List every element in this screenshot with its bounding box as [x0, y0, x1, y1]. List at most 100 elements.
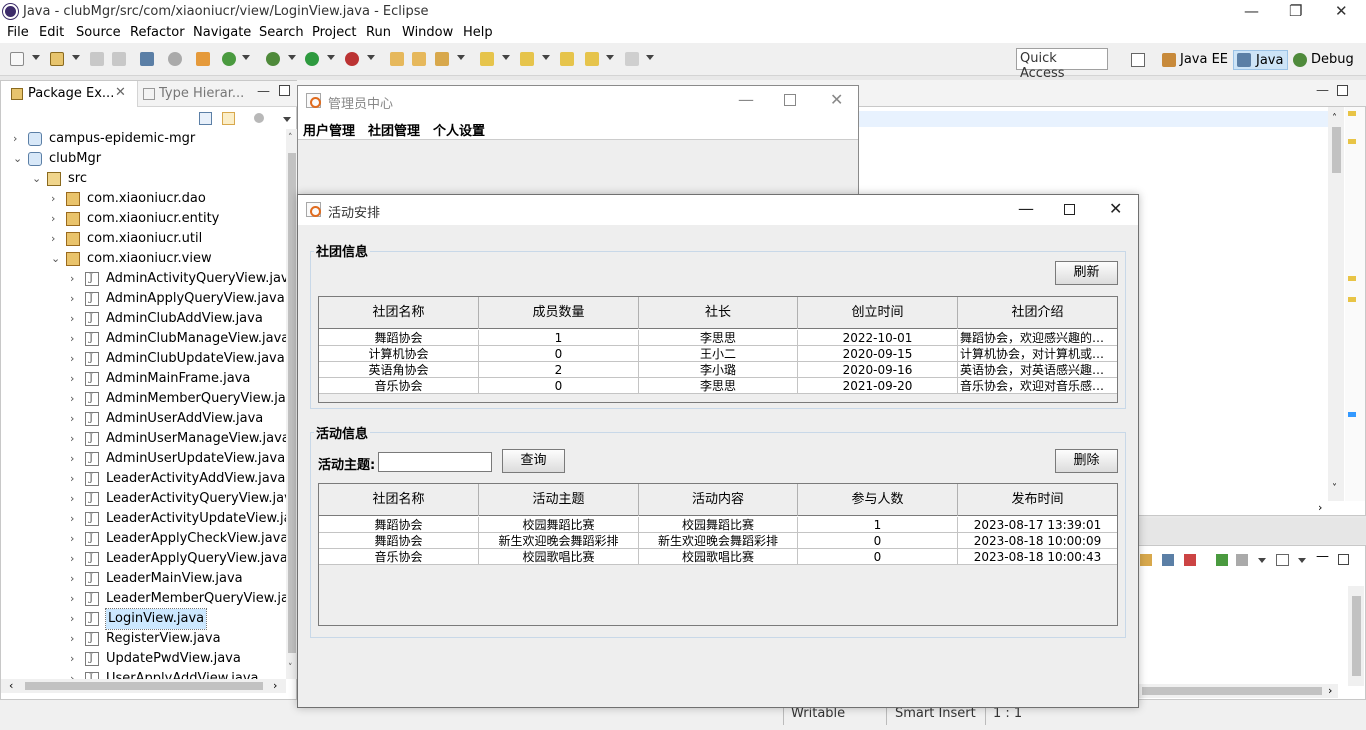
expand-arrow-icon[interactable]: ›: [70, 509, 74, 529]
warning-marker[interactable]: [1348, 276, 1356, 281]
column-header[interactable]: 成员数量: [479, 297, 639, 329]
clear-console-icon[interactable]: [1162, 554, 1174, 566]
chevron-down-icon[interactable]: [542, 55, 550, 60]
tree-item[interactable]: › AdminClubUpdateView.java: [1, 349, 286, 369]
tree-item[interactable]: › LeaderApplyQueryView.java: [1, 549, 286, 569]
minimize-icon[interactable]: —: [738, 90, 754, 109]
scroll-thumb[interactable]: [1332, 127, 1341, 173]
column-header[interactable]: 社团介绍: [958, 297, 1117, 329]
next-annotation-icon[interactable]: [480, 52, 494, 66]
run-external-icon[interactable]: [345, 52, 359, 66]
warning-marker[interactable]: [1348, 297, 1356, 302]
open-type-icon[interactable]: [196, 52, 210, 66]
expand-arrow-icon[interactable]: ›: [70, 549, 74, 569]
collapse-all-icon[interactable]: [199, 112, 212, 125]
perspective-java-ee[interactable]: Java EE: [1160, 50, 1230, 70]
table-row[interactable]: 舞蹈协会 1 李思思 2022-10-01 舞蹈协会，欢迎感兴趣的加...: [319, 330, 1117, 346]
scroll-up-icon[interactable]: ˄: [288, 133, 293, 143]
menu-personal-settings[interactable]: 个人设置: [433, 120, 485, 139]
tree-item[interactable]: ⌄ com.xiaoniucr.view: [1, 249, 286, 269]
prev-annotation-icon[interactable]: [520, 52, 534, 66]
expand-arrow-icon[interactable]: ›: [70, 369, 74, 389]
expand-arrow-icon[interactable]: ›: [70, 469, 74, 489]
expand-arrow-icon[interactable]: ›: [70, 489, 74, 509]
expand-arrow-icon[interactable]: ›: [70, 649, 74, 669]
h-scroll-thumb[interactable]: [1142, 687, 1322, 695]
warning-marker[interactable]: [1348, 139, 1356, 144]
collapse-arrow-icon[interactable]: ⌄: [32, 169, 41, 189]
tree-item[interactable]: › RegisterView.java: [1, 629, 286, 649]
console-vertical-scrollbar[interactable]: [1348, 586, 1364, 686]
tree-item[interactable]: › com.xiaoniucr.util: [1, 229, 286, 249]
expand-arrow-icon[interactable]: ›: [70, 429, 74, 449]
menu-refactor[interactable]: Refactor: [130, 25, 185, 40]
close-icon[interactable]: ✕: [1335, 2, 1348, 20]
expand-arrow-icon[interactable]: ›: [51, 189, 55, 209]
tree-item[interactable]: › LeaderMainView.java: [1, 569, 286, 589]
restore-icon[interactable]: ❐: [1289, 2, 1302, 20]
menu-project[interactable]: Project: [312, 25, 356, 40]
chevron-down-icon[interactable]: [242, 55, 250, 60]
tree-item[interactable]: › AdminUserAddView.java: [1, 409, 286, 429]
expand-arrow-icon[interactable]: ›: [51, 209, 55, 229]
selection-marker[interactable]: [1348, 412, 1356, 417]
view-menu-chevron-icon[interactable]: [283, 117, 291, 122]
open-folder-icon[interactable]: [412, 52, 426, 66]
tree-item[interactable]: › com.xiaoniucr.entity: [1, 209, 286, 229]
expand-arrow-icon[interactable]: ›: [70, 329, 74, 349]
chevron-down-icon[interactable]: [288, 55, 296, 60]
refresh-button[interactable]: 刷新: [1055, 261, 1118, 285]
save-all-icon[interactable]: [112, 52, 126, 66]
tree-item[interactable]: › com.xiaoniucr.dao: [1, 189, 286, 209]
delete-button[interactable]: 删除: [1055, 449, 1118, 473]
expand-arrow-icon[interactable]: ›: [70, 409, 74, 429]
link-editor-icon[interactable]: [222, 112, 235, 125]
new-console-icon[interactable]: [1276, 554, 1289, 566]
column-header[interactable]: 活动内容: [639, 484, 798, 516]
tree-item[interactable]: › AdminUserUpdateView.java: [1, 449, 286, 469]
column-header[interactable]: 创立时间: [798, 297, 958, 329]
menu-user-management[interactable]: 用户管理: [303, 120, 355, 139]
tree-item[interactable]: › AdminApplyQueryView.java: [1, 289, 286, 309]
forward-icon[interactable]: [625, 52, 639, 66]
overview-ruler[interactable]: [1345, 107, 1365, 501]
pen-icon[interactable]: [435, 52, 449, 66]
last-edit-icon[interactable]: [560, 52, 574, 66]
menu-navigate[interactable]: Navigate: [193, 25, 251, 40]
table-row[interactable]: 舞蹈协会 新生欢迎晚会舞蹈彩排 新生欢迎晚会舞蹈彩排 0 2023-08-18 10:0…: [319, 533, 1117, 549]
tree-item[interactable]: › LoginView.java: [1, 608, 286, 630]
tree-item[interactable]: › campus-epidemic-mgr: [1, 129, 286, 149]
tree-item[interactable]: › AdminUserManageView.java: [1, 429, 286, 449]
minimize-editor-icon[interactable]: —: [1316, 83, 1329, 98]
debug-icon[interactable]: [266, 52, 280, 66]
chevron-down-icon[interactable]: [606, 55, 614, 60]
table-row[interactable]: 英语角协会 2 李小璐 2020-09-16 英语协会，对英语感兴趣的...: [319, 362, 1117, 378]
column-header[interactable]: 社团名称: [319, 297, 479, 329]
tab-package-explorer[interactable]: Package Ex... ✕: [1, 81, 138, 107]
query-button[interactable]: 查询: [502, 449, 565, 473]
expand-arrow-icon[interactable]: ›: [13, 129, 17, 149]
scroll-down-icon[interactable]: ˅: [1332, 483, 1337, 494]
tree-item[interactable]: › UpdatePwdView.java: [1, 649, 286, 669]
tree-item[interactable]: › AdminMainFrame.java: [1, 369, 286, 389]
tree-item[interactable]: ⌄ src: [1, 169, 286, 189]
tree-item[interactable]: › AdminActivityQueryView.java: [1, 269, 286, 289]
scroll-thumb[interactable]: [1352, 596, 1361, 676]
table-row[interactable]: 音乐协会 校园歌唱比赛 校园歌唱比赛 0 2023-08-18 10:00:43: [319, 549, 1117, 565]
close-tab-icon[interactable]: ✕: [115, 85, 126, 100]
tree-item[interactable]: ⌄ clubMgr: [1, 149, 286, 169]
run-icon[interactable]: [305, 52, 319, 66]
column-header[interactable]: 活动主题: [479, 484, 639, 516]
expand-arrow-icon[interactable]: ›: [70, 629, 74, 649]
skip-breakpoints-icon[interactable]: [168, 52, 182, 66]
chevron-down-icon[interactable]: [32, 55, 40, 60]
remove-console-icon[interactable]: [1184, 554, 1196, 566]
tree-item[interactable]: › AdminMemberQueryView.java: [1, 389, 286, 409]
scroll-up-icon[interactable]: ˄: [1332, 113, 1337, 124]
menu-source[interactable]: Source: [76, 25, 121, 40]
open-console-icon[interactable]: [1216, 554, 1228, 566]
expand-arrow-icon[interactable]: ›: [70, 669, 74, 679]
tree-item[interactable]: › LeaderApplyCheckView.java: [1, 529, 286, 549]
scroll-right-icon[interactable]: ›: [273, 679, 277, 692]
expand-arrow-icon[interactable]: ›: [70, 569, 74, 589]
